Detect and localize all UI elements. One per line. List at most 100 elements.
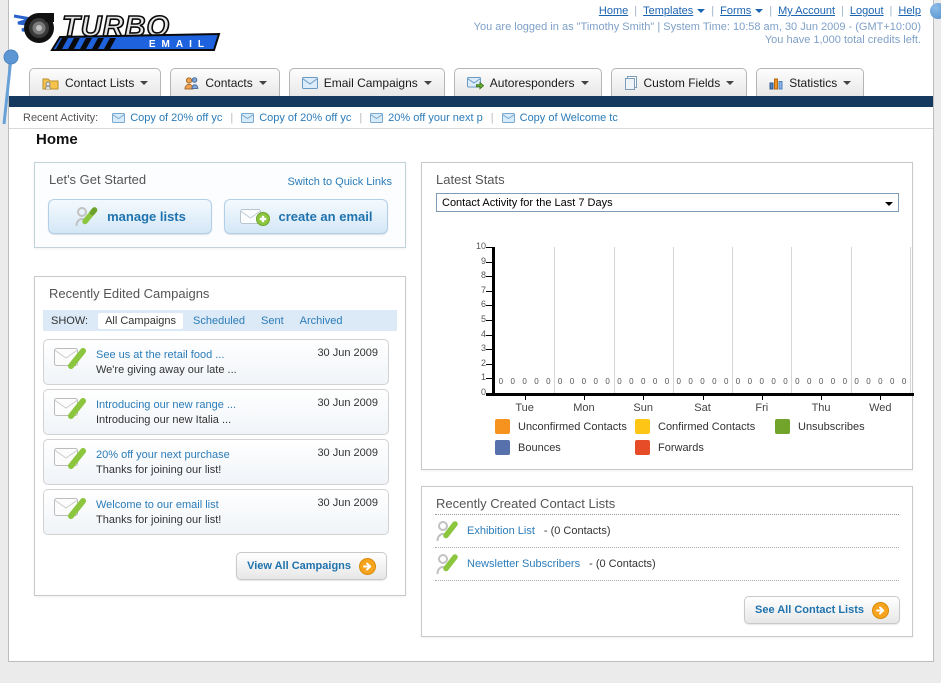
panel-title: Latest Stats	[436, 172, 505, 187]
switch-quick-links-link[interactable]: Switch to Quick Links	[287, 176, 392, 188]
y-tick-mark	[486, 247, 492, 248]
autoresponders-icon	[466, 76, 484, 90]
separator	[763, 5, 778, 17]
value-label: 0	[546, 377, 551, 386]
y-tick-mark	[486, 349, 492, 351]
campaigns-list: See us at the retail food ... We're givin…	[43, 339, 389, 539]
x-tick-mark	[761, 396, 763, 400]
value-label: 0	[818, 377, 824, 386]
page-title: Home	[36, 131, 78, 148]
campaign-edit-icon	[54, 348, 86, 369]
value-label: 0	[889, 377, 895, 386]
annotation-pointer	[2, 49, 19, 125]
chevron-down-icon	[258, 80, 267, 89]
manage-lists-button[interactable]: manage lists	[48, 199, 212, 234]
value-label: 0	[652, 377, 658, 386]
campaign-row: Welcome to our email list Thanks for join…	[43, 489, 389, 535]
grid-line	[791, 247, 793, 393]
campaign-title-link[interactable]: See us at the retail food ...	[96, 349, 237, 361]
y-tick-label: 8	[480, 270, 486, 281]
campaign-row: 20% off your next purchase Thanks for joi…	[43, 439, 389, 485]
filter-archived[interactable]: Archived	[300, 315, 343, 327]
x-axis-label: Sun	[633, 402, 653, 414]
legend-swatch	[635, 440, 650, 455]
legend-swatch	[495, 419, 510, 434]
tab-email-campaigns[interactable]: Email Campaigns	[288, 68, 445, 97]
recent-activity-label: Recent Activity:	[23, 111, 99, 124]
campaign-title-link[interactable]: Introducing our new range ...	[96, 399, 236, 411]
value-label: 0	[854, 377, 859, 386]
filter-sent[interactable]: Sent	[261, 315, 284, 327]
stats-chart: 0 1 2 3 4 5 6 7 8 9 10 0 0 0 0 0 Tue 0 0 0 0 0 Mon 0 0 0 0 0 Sun 0 0 0 0…	[422, 235, 914, 417]
tab-label: Statistics	[789, 76, 838, 90]
view-all-campaigns-button[interactable]: View All Campaigns	[236, 552, 387, 580]
turbo-logo-graphic: TURBO EMAIL	[13, 10, 221, 51]
y-tick-mark	[486, 276, 492, 278]
filter-scheduled[interactable]: Scheduled	[193, 315, 245, 327]
y-tick-label: 6	[480, 299, 486, 310]
value-label: 0	[866, 377, 871, 386]
grid-line	[672, 247, 674, 393]
campaign-row: Introducing our new range ... Introducing…	[43, 389, 389, 435]
campaign-subtitle: Thanks for joining our list!	[96, 463, 222, 476]
tab-custom-fields[interactable]: Custom Fields	[610, 68, 748, 97]
chevron-down-icon	[843, 80, 852, 89]
top-link-home[interactable]: Home	[599, 5, 628, 17]
campaign-title-link[interactable]: 20% off your next purchase	[96, 449, 230, 461]
value-label: 0	[830, 377, 836, 386]
tab-contact-lists[interactable]: Contact Lists	[29, 68, 162, 97]
campaign-edit-icon	[54, 398, 86, 419]
create-email-button[interactable]: create an email	[224, 199, 388, 234]
x-axis-label: Thu	[811, 402, 831, 414]
dropdown-arrow-icon	[697, 8, 706, 17]
separator	[222, 112, 241, 124]
app-window: TURBO EMAIL Home Templates Forms My Acco…	[8, 0, 934, 662]
value-label: 0	[747, 377, 753, 386]
top-link-logout[interactable]: Logout	[850, 5, 884, 17]
y-tick-label: 5	[480, 314, 486, 324]
envelope-icon	[501, 112, 515, 123]
legend-item: Forwards	[635, 440, 775, 455]
legend-label: Confirmed Contacts	[658, 420, 756, 433]
x-tick-mark	[583, 396, 585, 400]
annotation-dot	[930, 3, 941, 19]
y-tick-label: 0	[480, 387, 486, 397]
top-link-help[interactable]: Help	[898, 5, 921, 17]
tab-autoresponders[interactable]: Autoresponders	[453, 68, 602, 97]
x-axis-label: Sat	[694, 402, 711, 414]
recent-activity-item[interactable]: Copy of 20% off yc	[112, 112, 222, 124]
create-email-icon	[239, 208, 270, 226]
x-axis-label: Fri	[755, 402, 769, 414]
top-link-forms[interactable]: Forms	[720, 5, 764, 17]
manage-lists-icon	[75, 206, 98, 226]
campaign-date: 30 Jun 2009	[317, 497, 378, 509]
panel-title: Let's Get Started	[49, 172, 147, 187]
tab-statistics[interactable]: Statistics	[756, 68, 865, 97]
x-axis-label: Wed	[869, 402, 892, 414]
see-all-contact-lists-button[interactable]: See All Contact Lists	[743, 596, 900, 624]
stats-report-select[interactable]: Contact Activity for the Last 7 Days	[436, 193, 899, 212]
filter-all-campaigns[interactable]: All Campaigns	[98, 312, 183, 329]
campaign-date: 30 Jun 2009	[317, 447, 378, 459]
recent-activity-item[interactable]: 20% off your next p	[370, 112, 483, 124]
separator	[835, 5, 850, 17]
y-tick-label: 2	[480, 357, 486, 368]
legend-swatch	[495, 440, 510, 455]
recent-activity-item[interactable]: Copy of 20% off yc	[241, 112, 351, 124]
grid-line	[910, 247, 911, 393]
top-link-my-account[interactable]: My Account	[778, 5, 835, 17]
campaign-title-link[interactable]: Welcome to our email list	[96, 499, 221, 511]
y-tick-label: 7	[480, 284, 486, 295]
tab-label: Contacts	[205, 76, 253, 90]
recent-activity-item[interactable]: Copy of Welcome tc	[501, 112, 618, 124]
list-edit-icon	[436, 553, 458, 574]
value-label: 0	[724, 377, 729, 386]
value-label: 0	[522, 377, 527, 386]
contact-list-link[interactable]: Exhibition List	[467, 525, 535, 537]
contact-list-link[interactable]: Newsletter Subscribers	[467, 558, 580, 570]
tab-contacts[interactable]: Contacts	[170, 68, 280, 97]
zero-values-group: 00000	[854, 377, 906, 386]
top-link-templates[interactable]: Templates	[643, 5, 706, 17]
y-tick-mark	[486, 363, 492, 365]
legend-item: Bounces	[495, 440, 635, 455]
